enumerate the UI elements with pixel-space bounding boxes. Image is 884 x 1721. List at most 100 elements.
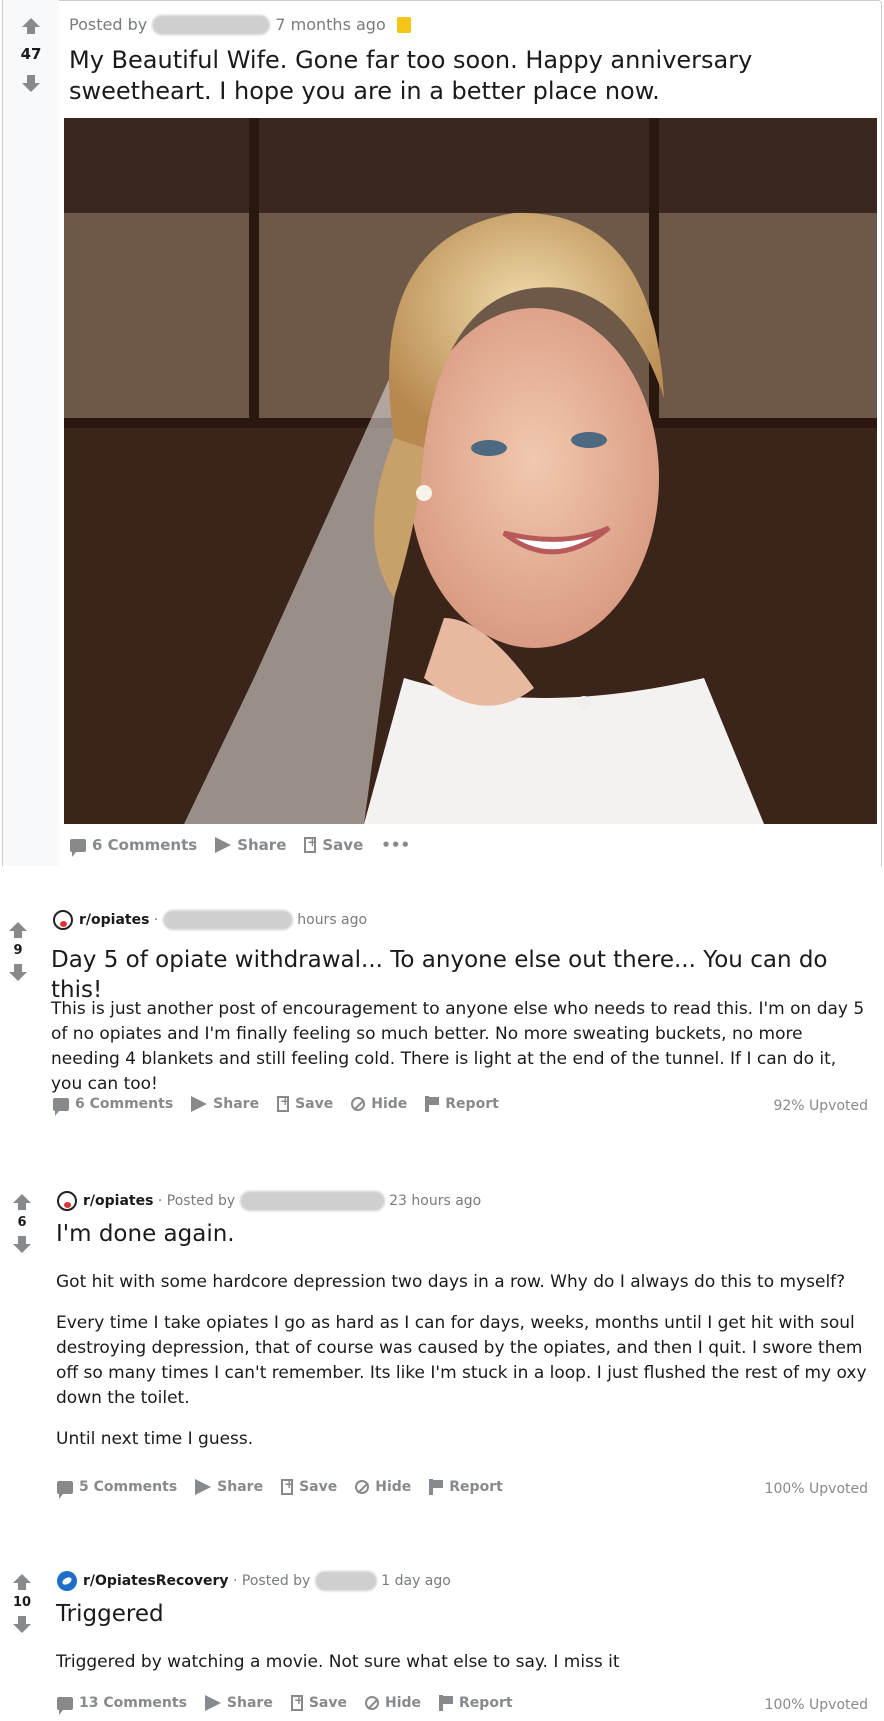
hide-icon [351, 1097, 366, 1111]
post-title[interactable]: Triggered [56, 1599, 876, 1629]
save-icon [290, 1693, 304, 1711]
post-image[interactable] [64, 118, 877, 824]
posted-by-label: Posted by [241, 1573, 311, 1589]
comment-icon [53, 1097, 69, 1116]
share-button[interactable]: Share [215, 836, 286, 854]
vote-count: 6 [17, 1215, 27, 1230]
report-icon [425, 1096, 440, 1112]
share-button[interactable]: Share [191, 1096, 259, 1112]
save-button[interactable]: Save [290, 1693, 347, 1711]
post-time[interactable]: 7 months ago [275, 15, 385, 34]
comments-label: 5 Comments [79, 1479, 178, 1495]
wedding-photo-image [64, 118, 877, 824]
vote-count: 9 [13, 943, 23, 958]
save-label: Save [308, 1695, 347, 1711]
post-time[interactable]: hours ago [297, 912, 367, 928]
post-card-2: 9 r/opiates · hours ago Day 5 of opiate … [0, 866, 884, 1136]
upvote-icon[interactable] [9, 922, 27, 938]
post-title[interactable]: Day 5 of opiate withdrawal... To anyone … [51, 945, 871, 1005]
post-card-4: 10 r/OpiatesRecovery · Posted by 1 day a… [0, 1516, 884, 1721]
comment-icon [57, 1480, 73, 1499]
vote-column: 9 [8, 922, 28, 981]
separator-dot: · [233, 1573, 238, 1589]
save-button[interactable]: Save [277, 1094, 333, 1112]
body-paragraph: This is just another post of encourageme… [51, 999, 865, 1094]
upvote-icon[interactable] [22, 18, 40, 34]
upvoted-percent: 100% Upvoted [764, 1481, 868, 1497]
post-title[interactable]: I'm done again. [56, 1219, 876, 1249]
subreddit-icon[interactable] [57, 1191, 77, 1211]
hide-button[interactable]: Hide [351, 1096, 407, 1112]
hide-icon [355, 1480, 370, 1494]
share-icon [195, 1479, 212, 1495]
report-button[interactable]: Report [425, 1096, 499, 1112]
subreddit-link[interactable]: r/OpiatesRecovery [83, 1573, 229, 1589]
share-label: Share [226, 1695, 273, 1711]
upvote-icon[interactable] [13, 1574, 31, 1590]
body-paragraph: Every time I take opiates I go as hard a… [56, 1313, 867, 1408]
comments-button[interactable]: 5 Comments [57, 1479, 178, 1499]
downvote-icon[interactable] [9, 964, 27, 981]
username-redacted[interactable] [162, 910, 293, 930]
save-label: Save [322, 836, 364, 854]
save-button[interactable]: Save [304, 835, 364, 854]
hide-button[interactable]: Hide [364, 1695, 422, 1711]
post-time[interactable]: 1 day ago [381, 1573, 451, 1589]
comments-label: 6 Comments [92, 836, 198, 854]
post-header: Posted by 7 months ago [69, 14, 411, 35]
username-redacted[interactable] [239, 1191, 385, 1211]
upvote-icon[interactable] [13, 1194, 31, 1210]
post-actions: 5 Comments Share Save Hide Report [57, 1477, 521, 1499]
share-button[interactable]: Share [195, 1479, 263, 1495]
hide-icon [364, 1696, 379, 1710]
separator-dot: · [157, 1193, 163, 1209]
comment-icon [70, 838, 86, 857]
share-icon [191, 1096, 208, 1112]
post-title[interactable]: My Beautiful Wife. Gone far too soon. Ha… [69, 45, 869, 107]
report-icon [439, 1695, 454, 1711]
report-button[interactable]: Report [429, 1479, 503, 1495]
post-header: r/OpiatesRecovery · Posted by 1 day ago [57, 1571, 451, 1591]
subreddit-link[interactable]: r/opiates [79, 912, 149, 928]
hide-label: Hide [384, 1695, 422, 1711]
more-options-button[interactable]: ••• [381, 836, 410, 854]
posted-by-label: Posted by [69, 15, 148, 34]
body-paragraph: Triggered by watching a movie. Not sure … [56, 1652, 620, 1672]
post-card-1: 47 Posted by 7 months ago My Beautiful W… [0, 0, 884, 866]
post-body: This is just another post of encourageme… [51, 997, 871, 1097]
save-icon [281, 1477, 294, 1495]
save-button[interactable]: Save [281, 1477, 338, 1495]
save-label: Save [299, 1479, 338, 1495]
share-label: Share [217, 1479, 264, 1495]
vote-column: 6 [12, 1194, 32, 1253]
archived-icon [396, 16, 411, 33]
post-body: Got hit with some hardcore depression tw… [56, 1270, 876, 1452]
username-redacted[interactable] [314, 1571, 377, 1591]
comments-button[interactable]: 6 Comments [53, 1096, 174, 1116]
comments-button[interactable]: 13 Comments [57, 1695, 187, 1715]
body-paragraph: Until next time I guess. [56, 1429, 254, 1449]
comments-button[interactable]: 6 Comments [70, 836, 198, 857]
comments-label: 6 Comments [75, 1096, 174, 1112]
report-button[interactable]: Report [439, 1695, 513, 1711]
subreddit-link[interactable]: r/opiates [83, 1193, 153, 1209]
downvote-icon[interactable] [13, 1616, 31, 1633]
hide-label: Hide [375, 1479, 412, 1495]
save-icon [304, 835, 317, 853]
share-button[interactable]: Share [204, 1695, 273, 1711]
post-time[interactable]: 23 hours ago [389, 1193, 481, 1209]
subreddit-icon[interactable] [53, 910, 73, 930]
share-label: Share [237, 836, 287, 854]
downvote-icon[interactable] [22, 75, 40, 92]
post-card-3: 6 r/opiates · Posted by 23 hours ago I'm… [0, 1136, 884, 1516]
hide-label: Hide [371, 1096, 408, 1112]
subreddit-icon[interactable] [57, 1571, 77, 1591]
hide-button[interactable]: Hide [355, 1479, 411, 1495]
upvoted-percent: 92% Upvoted [773, 1098, 868, 1114]
post-header: r/opiates · Posted by 23 hours ago [57, 1191, 481, 1211]
body-paragraph: Got hit with some hardcore depression tw… [56, 1272, 846, 1292]
vote-rail [2, 0, 59, 866]
downvote-icon[interactable] [13, 1236, 31, 1253]
username-redacted[interactable] [152, 14, 271, 35]
post-actions: 13 Comments Share Save Hide Report [57, 1693, 531, 1715]
